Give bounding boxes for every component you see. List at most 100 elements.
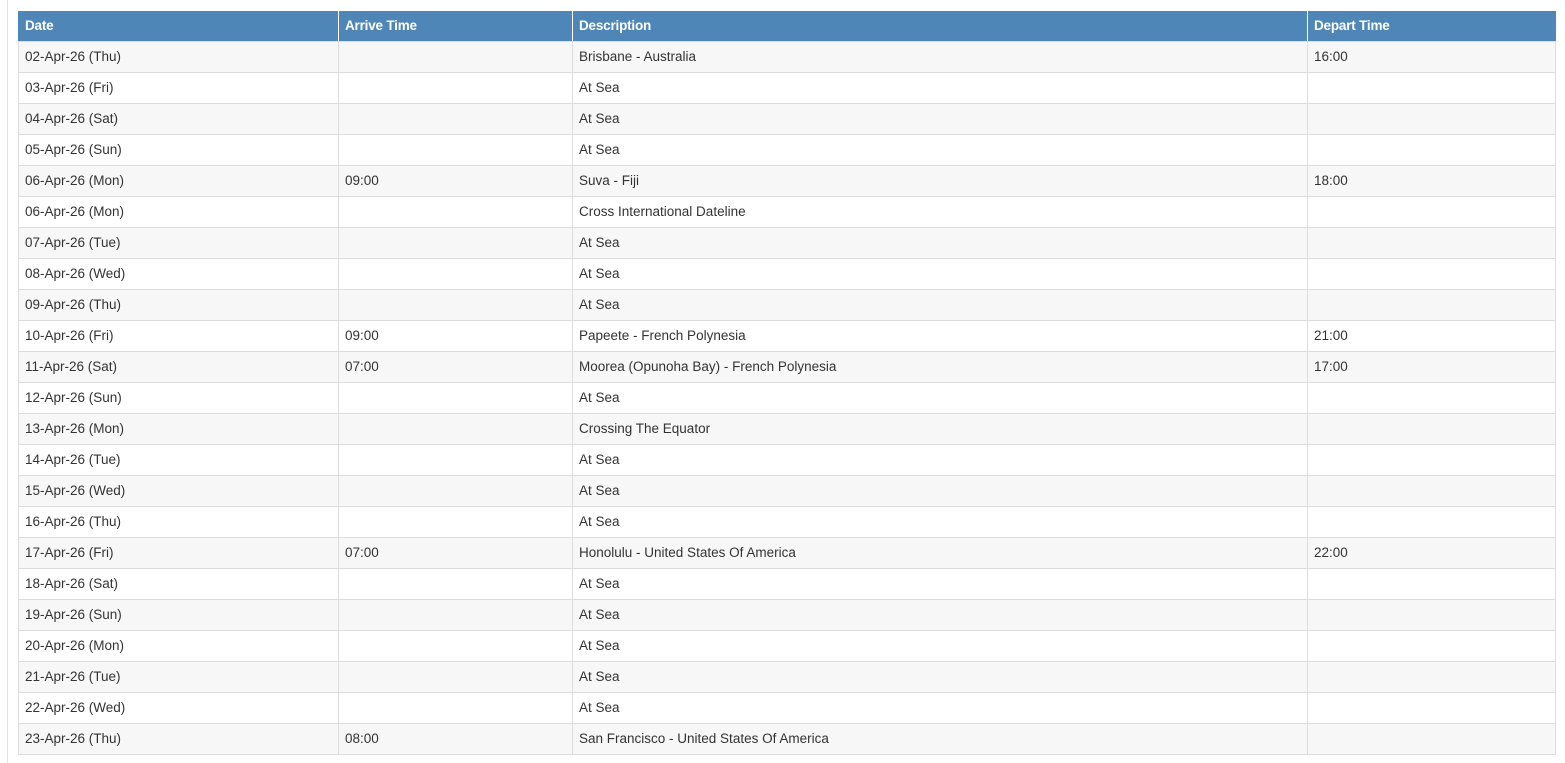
table-row: 07-Apr-26 (Tue) At Sea (18, 226, 1556, 259)
cell-description: At Sea (572, 443, 1308, 476)
table-row: 19-Apr-26 (Sun) At Sea (18, 598, 1556, 631)
cell-arrive-time (338, 660, 573, 693)
cell-date: 19-Apr-26 (Sun) (18, 598, 339, 631)
cell-depart-time (1307, 598, 1556, 631)
table-row: 11-Apr-26 (Sat) 07:00 Moorea (Opunoha Bay)… (18, 350, 1556, 383)
cell-date: 15-Apr-26 (Wed) (18, 474, 339, 507)
cell-date: 18-Apr-26 (Sat) (18, 567, 339, 600)
cell-arrive-time (338, 40, 573, 73)
cell-depart-time (1307, 412, 1556, 445)
cell-description: Crossing The Equator (572, 412, 1308, 445)
table-row: 21-Apr-26 (Tue) At Sea (18, 660, 1556, 693)
cell-date: 13-Apr-26 (Mon) (18, 412, 339, 445)
cell-arrive-time (338, 443, 573, 476)
cell-arrive-time (338, 257, 573, 290)
column-header-arrive-time: Arrive Time (338, 11, 573, 42)
cell-depart-time (1307, 443, 1556, 476)
cell-arrive-time (338, 195, 573, 228)
cell-date: 09-Apr-26 (Thu) (18, 288, 339, 321)
table-row: 18-Apr-26 (Sat) At Sea (18, 567, 1556, 600)
cell-depart-time (1307, 660, 1556, 693)
itinerary-table: Date Arrive Time Description Depart Time… (18, 11, 1556, 755)
cell-date: 03-Apr-26 (Fri) (18, 71, 339, 104)
cell-depart-time (1307, 567, 1556, 600)
cell-description: At Sea (572, 598, 1308, 631)
table-row: 14-Apr-26 (Tue) At Sea (18, 443, 1556, 476)
cell-date: 08-Apr-26 (Wed) (18, 257, 339, 290)
cell-description: Cross International Dateline (572, 195, 1308, 228)
cell-date: 11-Apr-26 (Sat) (18, 350, 339, 383)
table-row: 08-Apr-26 (Wed) At Sea (18, 257, 1556, 290)
cell-depart-time (1307, 71, 1556, 104)
table-row: 22-Apr-26 (Wed) At Sea (18, 691, 1556, 724)
cell-description: At Sea (572, 505, 1308, 538)
cell-date: 17-Apr-26 (Fri) (18, 536, 339, 569)
cell-description: At Sea (572, 257, 1308, 290)
cell-date: 06-Apr-26 (Mon) (18, 195, 339, 228)
table-row: 23-Apr-26 (Thu) 08:00 San Francisco - Unit… (18, 722, 1556, 755)
cell-arrive-time (338, 598, 573, 631)
cell-date: 04-Apr-26 (Sat) (18, 102, 339, 135)
cell-depart-time: 16:00 (1307, 40, 1556, 73)
cell-description: At Sea (572, 381, 1308, 414)
cell-depart-time (1307, 691, 1556, 724)
column-header-description: Description (572, 11, 1308, 42)
cell-depart-time (1307, 288, 1556, 321)
cell-arrive-time: 07:00 (338, 536, 573, 569)
column-header-date: Date (18, 11, 339, 42)
cell-date: 14-Apr-26 (Tue) (18, 443, 339, 476)
cell-arrive-time (338, 412, 573, 445)
cell-arrive-time: 09:00 (338, 164, 573, 197)
cell-depart-time (1307, 505, 1556, 538)
cell-arrive-time (338, 505, 573, 538)
cell-description: At Sea (572, 102, 1308, 135)
cell-depart-time (1307, 195, 1556, 228)
table-row: 20-Apr-26 (Mon) At Sea (18, 629, 1556, 662)
cell-description: Brisbane - Australia (572, 40, 1308, 73)
cell-depart-time: 17:00 (1307, 350, 1556, 383)
table-row: 13-Apr-26 (Mon) Crossing The Equator (18, 412, 1556, 445)
cell-description: At Sea (572, 660, 1308, 693)
cell-date: 05-Apr-26 (Sun) (18, 133, 339, 166)
cell-arrive-time (338, 691, 573, 724)
cell-depart-time (1307, 226, 1556, 259)
table-row: 04-Apr-26 (Sat) At Sea (18, 102, 1556, 135)
cell-depart-time: 18:00 (1307, 164, 1556, 197)
cell-depart-time (1307, 474, 1556, 507)
itinerary-table-body: 02-Apr-26 (Thu) Brisbane - Australia 16:00… (18, 40, 1556, 755)
table-row: 16-Apr-26 (Thu) At Sea (18, 505, 1556, 538)
cell-depart-time (1307, 381, 1556, 414)
cell-depart-time (1307, 257, 1556, 290)
itinerary-table-header: Date Arrive Time Description Depart Time (18, 11, 1556, 42)
cell-arrive-time: 08:00 (338, 722, 573, 755)
table-row: 10-Apr-26 (Fri) 09:00 Papeete - French Pol… (18, 319, 1556, 352)
cell-description: Papeete - French Polynesia (572, 319, 1308, 352)
cell-description: San Francisco - United States Of America (572, 722, 1308, 755)
cell-description: At Sea (572, 288, 1308, 321)
cell-description: At Sea (572, 567, 1308, 600)
cell-arrive-time: 07:00 (338, 350, 573, 383)
cell-depart-time (1307, 722, 1556, 755)
cell-date: 16-Apr-26 (Thu) (18, 505, 339, 538)
table-row: 12-Apr-26 (Sun) At Sea (18, 381, 1556, 414)
cell-date: 10-Apr-26 (Fri) (18, 319, 339, 352)
cell-description: Moorea (Opunoha Bay) - French Polynesia (572, 350, 1308, 383)
cell-arrive-time: 09:00 (338, 319, 573, 352)
cell-depart-time: 21:00 (1307, 319, 1556, 352)
cell-description: At Sea (572, 71, 1308, 104)
cell-date: 21-Apr-26 (Tue) (18, 660, 339, 693)
table-row: 06-Apr-26 (Mon) 09:00 Suva - Fiji 18:00 (18, 164, 1556, 197)
table-row: 17-Apr-26 (Fri) 07:00 Honolulu - United St… (18, 536, 1556, 569)
cell-description: Suva - Fiji (572, 164, 1308, 197)
cell-description: At Sea (572, 629, 1308, 662)
table-row: 06-Apr-26 (Mon) Cross International Datel… (18, 195, 1556, 228)
table-row: 03-Apr-26 (Fri) At Sea (18, 71, 1556, 104)
cell-description: At Sea (572, 133, 1308, 166)
cell-date: 12-Apr-26 (Sun) (18, 381, 339, 414)
cell-arrive-time (338, 288, 573, 321)
cell-date: 23-Apr-26 (Thu) (18, 722, 339, 755)
cell-arrive-time (338, 133, 573, 166)
cell-arrive-time (338, 474, 573, 507)
cell-depart-time (1307, 102, 1556, 135)
table-row: 05-Apr-26 (Sun) At Sea (18, 133, 1556, 166)
